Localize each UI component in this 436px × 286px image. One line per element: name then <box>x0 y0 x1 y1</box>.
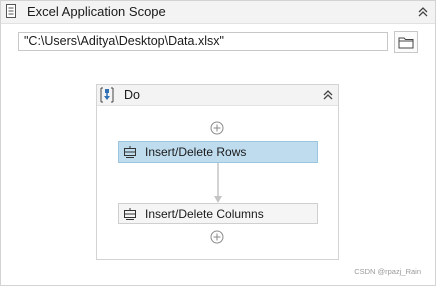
watermark: CSDN @rpazj_Rain <box>354 267 421 276</box>
double-chevron-up-icon[interactable] <box>322 89 334 101</box>
excel-application-scope[interactable]: Excel Application Scope Do <box>0 0 436 286</box>
activity-label: Insert/Delete Columns <box>145 207 264 221</box>
activity-label: Insert/Delete Rows <box>145 145 247 159</box>
workbook-path-input[interactable] <box>18 32 388 51</box>
scope-header[interactable]: Excel Application Scope <box>1 1 435 24</box>
add-activity-icon[interactable] <box>210 230 224 244</box>
sequence-icon <box>100 87 114 103</box>
browse-button[interactable] <box>394 31 418 53</box>
double-chevron-up-icon[interactable] <box>417 6 429 18</box>
folder-icon <box>398 37 414 49</box>
do-sequence[interactable]: Do Insert/Delete Rows Insert/Delete Colu… <box>96 84 339 260</box>
scope-title: Excel Application Scope <box>27 4 166 19</box>
do-header[interactable]: Do <box>97 85 338 106</box>
activity-insert-delete-rows[interactable]: Insert/Delete Rows <box>118 141 318 163</box>
do-title: Do <box>124 88 140 102</box>
activity-insert-delete-columns[interactable]: Insert/Delete Columns <box>118 203 318 224</box>
excel-scope-icon <box>6 4 16 18</box>
sequence-connector-arrow <box>214 163 222 203</box>
add-activity-icon[interactable] <box>210 121 224 135</box>
activity-icon <box>124 208 136 220</box>
activity-icon <box>124 146 136 158</box>
